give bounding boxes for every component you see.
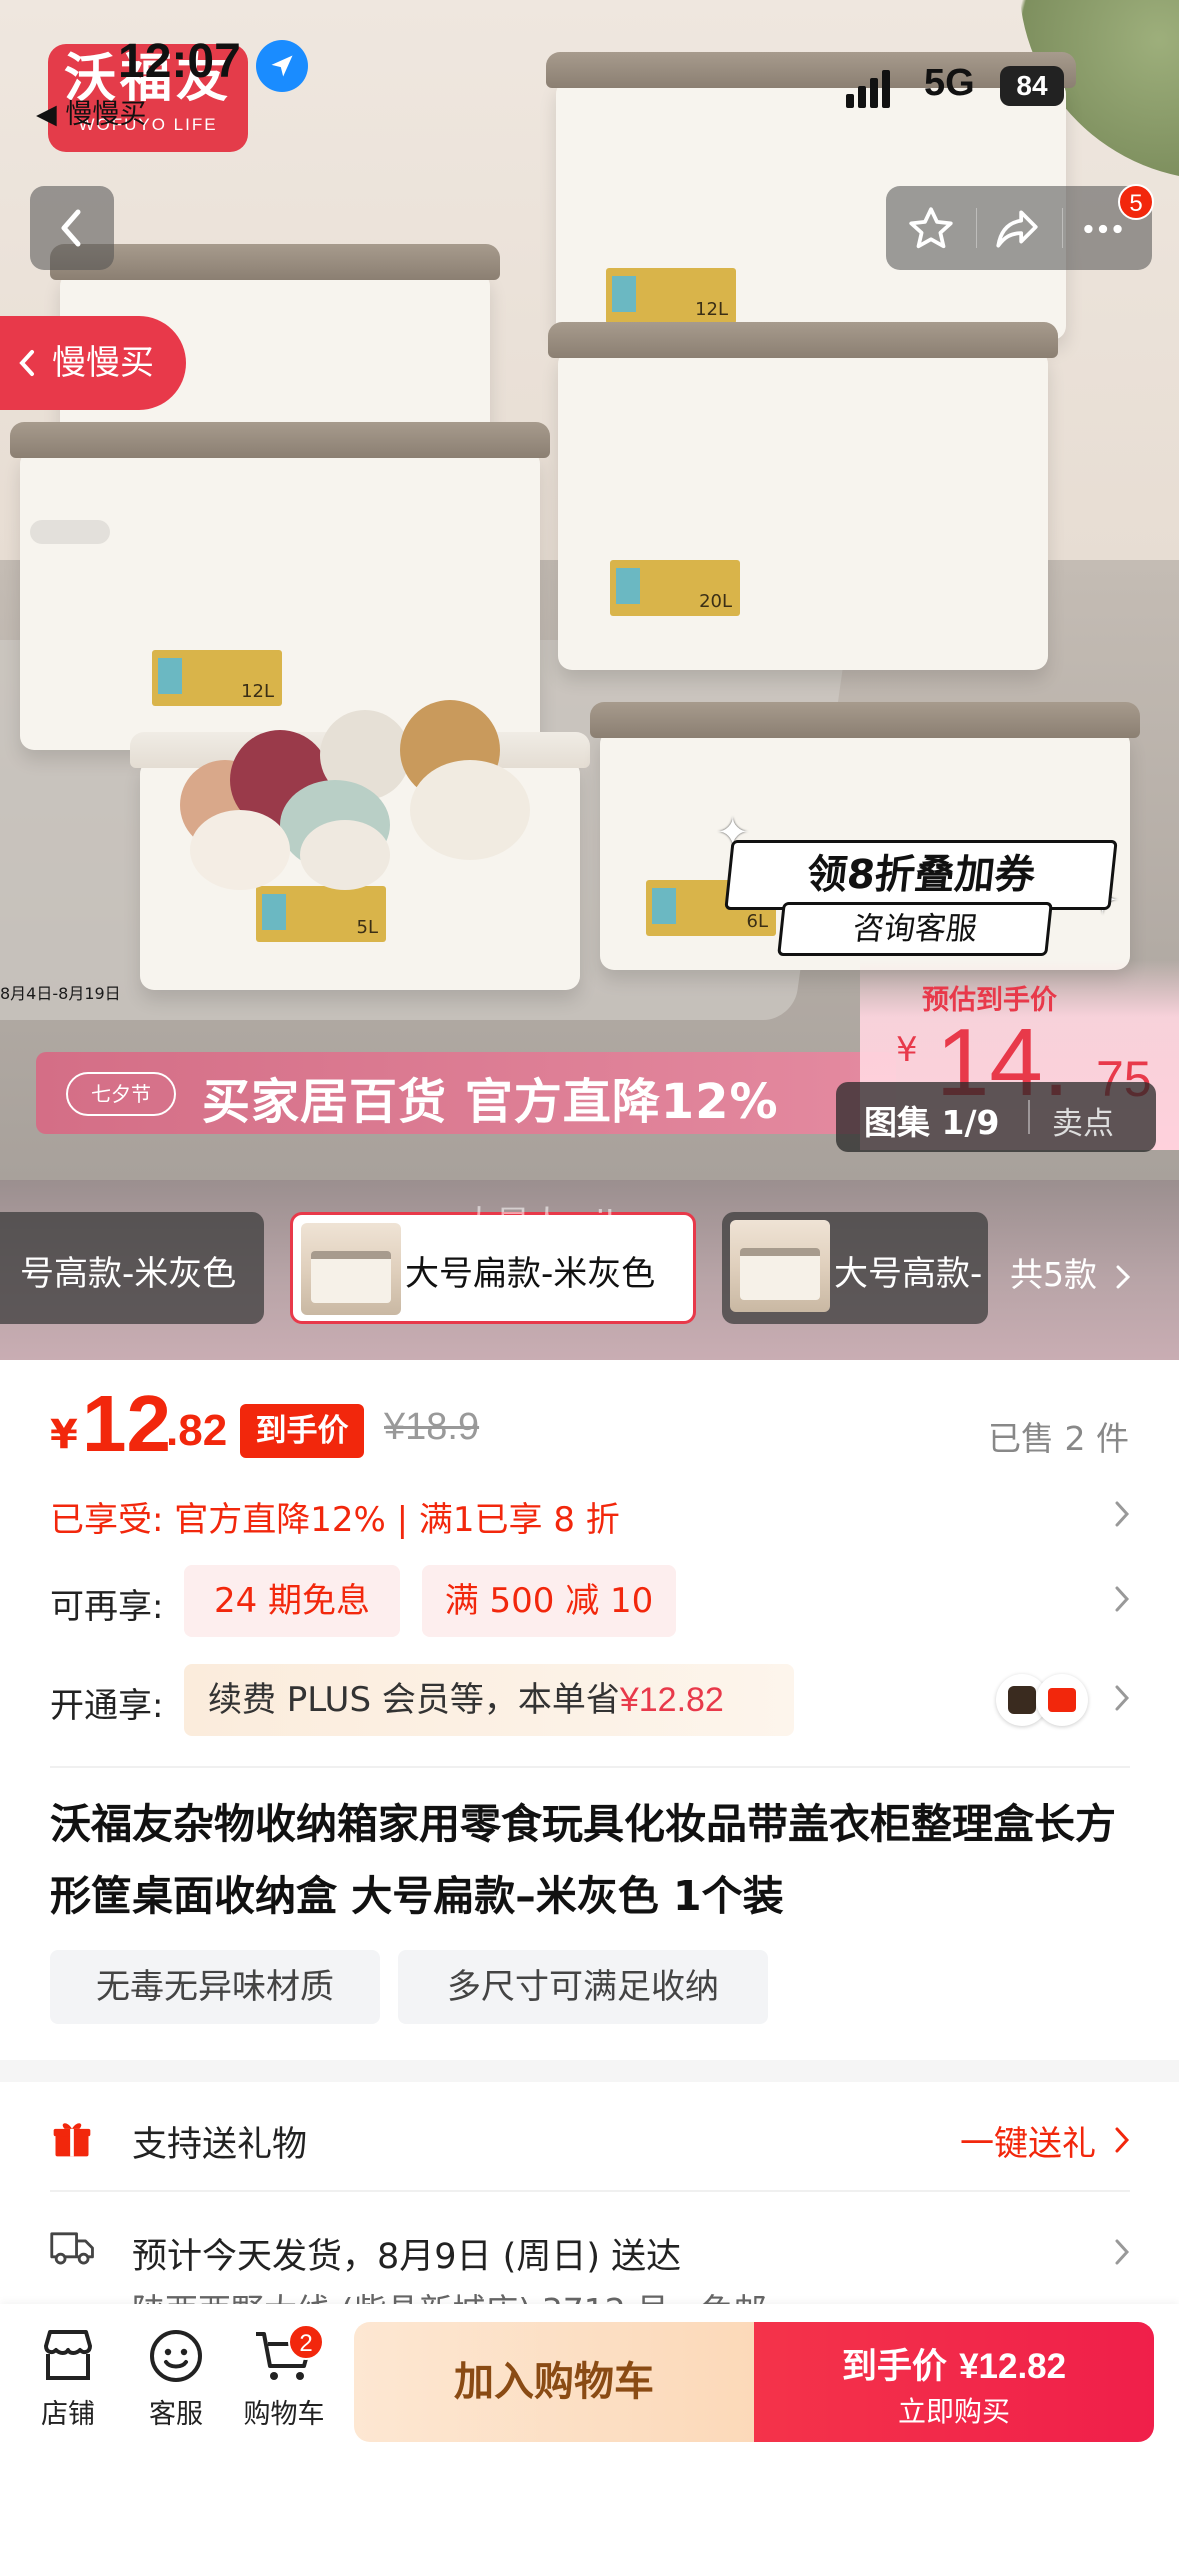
- tab-store[interactable]: 店铺: [18, 2326, 118, 2431]
- sku-thumbnail: [301, 1223, 401, 1315]
- card-icon: [1036, 1674, 1088, 1726]
- promo-text: 买家居百货 官方直降12%: [202, 1074, 779, 1130]
- chevron-right-icon: [1115, 2239, 1130, 2265]
- location-arrow-icon: [256, 40, 308, 92]
- coupon-banner[interactable]: 领8折叠加券: [724, 840, 1118, 910]
- chevron-right-icon: [1115, 1586, 1130, 1612]
- original-price: ¥18.9: [384, 1406, 480, 1448]
- divider: [50, 1766, 1130, 1768]
- chevron-right-icon: [1115, 2127, 1130, 2153]
- enjoyed-discounts-row[interactable]: 已享受: 官方直降12% | 满1已享 8 折: [50, 1480, 1130, 1550]
- chevron-left-icon: [19, 350, 34, 376]
- plus-offer[interactable]: 续费 PLUS 会员等，本单省¥12.82: [184, 1664, 794, 1736]
- gift-service-row[interactable]: 支持送礼物 一键送礼: [50, 2098, 1130, 2188]
- final-price-tag: 到手价: [240, 1404, 364, 1458]
- plus-membership-row[interactable]: 开通享: 续费 PLUS 会员等，本单省¥12.82: [50, 1664, 1130, 1736]
- feature-tag: 多尺寸可满足收纳: [398, 1950, 768, 2024]
- sku-option[interactable]: 号高款-米灰色: [0, 1212, 264, 1324]
- festival-tag: 七夕节: [66, 1072, 176, 1116]
- price-integer: 12: [82, 1379, 171, 1468]
- watermark: 大是人.aik: [462, 1204, 625, 1244]
- service-icon: [150, 2330, 202, 2382]
- return-to-app-link[interactable]: ◀ 慢慢买: [36, 92, 146, 131]
- plush-toy: [410, 760, 530, 860]
- back-button[interactable]: [30, 186, 114, 270]
- add-to-cart-button[interactable]: 加入购物车: [354, 2322, 754, 2442]
- gift-icon: [53, 2123, 91, 2157]
- gallery-indicator[interactable]: 图集 1/9 卖点: [836, 1082, 1156, 1152]
- divider: [50, 2190, 1130, 2192]
- signal-icon: [846, 70, 894, 108]
- full-reduction-chip[interactable]: 满 500 减 10: [422, 1565, 676, 1637]
- price-currency: ¥: [50, 1412, 78, 1458]
- share-icon[interactable]: [992, 204, 1042, 254]
- installment-chip[interactable]: 24 期免息: [184, 1565, 400, 1637]
- star-icon[interactable]: [906, 204, 956, 254]
- sold-count: 已售 2 件: [988, 1419, 1129, 1458]
- sku-thumbnail: [730, 1220, 830, 1312]
- top-action-group: [886, 186, 1152, 270]
- store-icon: [44, 2330, 92, 2380]
- selling-points-tab[interactable]: 卖点: [1052, 1098, 1114, 1143]
- chevron-right-icon: [1115, 1685, 1130, 1711]
- product-title: 沃福友杂物收纳箱家用零食玩具化妆品带盖衣柜整理盒长方形筐桌面收纳盒 大号扁款–米…: [50, 1800, 1116, 1920]
- price-decimal: .82: [166, 1406, 228, 1455]
- chevron-left-icon: [61, 209, 81, 247]
- truck-icon: [50, 2232, 94, 2265]
- more-discounts-row[interactable]: 可再享: 24 期免息 满 500 减 10: [50, 1565, 1130, 1637]
- cart-count-badge: 2: [288, 2324, 324, 2360]
- chevron-right-icon: [1116, 1265, 1130, 1288]
- sku-option[interactable]: 大号高款-: [722, 1212, 988, 1324]
- network-type: 5G: [924, 62, 975, 104]
- storage-box-20l: 20L: [548, 322, 1058, 670]
- customer-service-tag[interactable]: 咨询客服: [777, 902, 1053, 956]
- plush-toy: [190, 810, 290, 890]
- slow-buy-button[interactable]: 慢慢买: [0, 316, 186, 410]
- status-time: 12:07: [118, 35, 241, 88]
- section-gap: [0, 2060, 1179, 2082]
- gallery-count[interactable]: 图集 1/9: [864, 1096, 999, 1144]
- tab-customer-service[interactable]: 客服: [126, 2326, 226, 2431]
- buy-now-button[interactable]: 到手价 ¥12.82 立即购买: [754, 2322, 1154, 2442]
- promo-dates: 8月4日-8月19日: [0, 984, 121, 1003]
- product-image-carousel[interactable]: 12L 8L 20L 12L 5L 6L 沃福友 WOFUYO LIFE ✦ ✦…: [0, 0, 1179, 1180]
- battery-level: 84: [1000, 66, 1064, 106]
- notification-badge: 5: [1118, 184, 1154, 220]
- chevron-right-icon: [1115, 1501, 1130, 1527]
- promo-strip[interactable]: 七夕节 买家居百货 官方直降12%: [36, 1052, 896, 1134]
- one-click-gift-link[interactable]: 一键送礼: [960, 2116, 1096, 2165]
- feature-tag: 无毒无异味材质: [50, 1950, 380, 2024]
- sku-total-link[interactable]: 共5款: [1010, 1248, 1132, 1296]
- plush-toy: [300, 820, 390, 890]
